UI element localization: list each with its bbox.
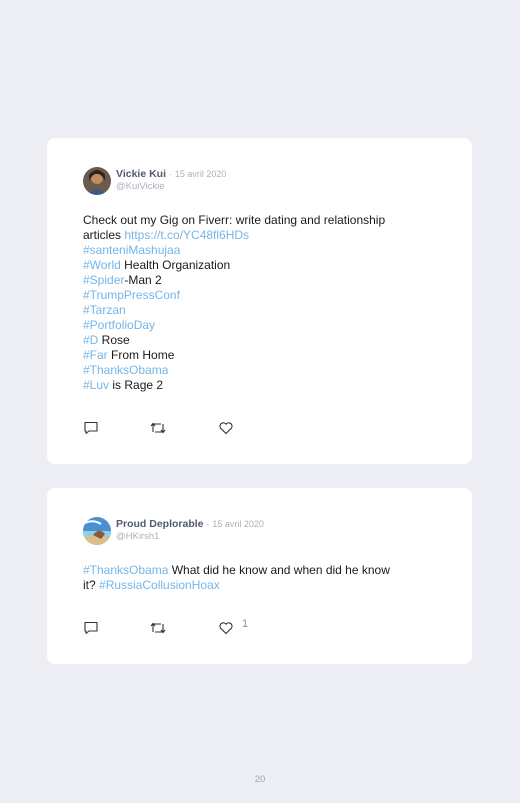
hashtag-suffix: Rose [98,333,130,347]
tweet-text: #ThanksObama What did he know and when d… [83,563,433,593]
tweet-text: Check out my Gig on Fiverr: write dating… [83,213,433,393]
hashtag[interactable]: #TrumpPressConf [83,288,180,302]
like-button[interactable] [218,420,234,436]
hashtag-suffix: -Man 2 [124,273,162,287]
tweet-line-text: articles [83,228,125,242]
tweet-card: Proud Deplorable · 15 avril 2020 @HKirsh… [47,488,472,664]
hashtag-suffix: is Rage 2 [109,378,164,392]
author-handle[interactable]: @KuiVickie [116,181,165,193]
tweet-date[interactable]: 15 avril 2020 [212,519,264,529]
page-number: 20 [254,774,266,785]
comment-bubble-icon [84,421,98,435]
hashtag-line: #santeniMashujaa [83,243,433,258]
like-button[interactable] [218,620,234,636]
tweet-line-text: it? [83,578,100,592]
separator: · [206,519,210,529]
heart-outline-icon [219,422,233,435]
hashtag-line: #World Health Organization [83,258,433,273]
tweet-line: #ThanksObama What did he know and when d… [83,563,433,578]
author-line: Vickie Kui · 15 avril 2020 [116,168,226,180]
hashtag-suffix: From Home [107,348,175,362]
hashtag-line: #Far From Home [83,348,433,363]
hashtag[interactable]: #PortfolioDay [83,318,155,332]
tweet-card: Vickie Kui · 15 avril 2020 @KuiVickie Ch… [47,138,472,464]
hashtag-line: #TrumpPressConf [83,288,433,303]
hashtag[interactable]: #Far [83,348,108,362]
tweet-date[interactable]: 15 avril 2020 [175,169,227,179]
author-name[interactable]: Proud Deplorable [116,518,204,530]
hashtag[interactable]: #World [83,258,121,272]
hashtag-line: #Luv is Rage 2 [83,378,433,393]
hashtag-line: #PortfolioDay [83,318,433,333]
hashtag-suffix: Health Organization [120,258,231,272]
retweet-button[interactable] [149,620,167,636]
avatar[interactable] [83,167,111,195]
hashtag-line: #Tarzan [83,303,433,318]
retweet-arrows-icon [150,422,166,434]
hashtag[interactable]: #Luv [83,378,109,392]
reply-button[interactable] [83,420,99,436]
hashtag[interactable]: #santeniMashujaa [83,243,180,257]
reply-button[interactable] [83,620,99,636]
hashtag[interactable]: #ThanksObama [83,563,168,577]
avatar[interactable] [83,517,111,545]
retweet-arrows-icon [150,622,166,634]
author-handle[interactable]: @HKirsh1 [116,531,159,543]
hashtag-line: #ThanksObama [83,363,433,378]
tweet-line: Check out my Gig on Fiverr: write dating… [83,213,386,227]
retweet-button[interactable] [149,420,167,436]
separator: · [168,169,172,179]
hashtag[interactable]: #D [83,333,98,347]
like-count: 1 [242,618,249,630]
hashtag-line: #Spider-Man 2 [83,273,433,288]
hashtag[interactable]: #Tarzan [83,303,126,317]
hashtag[interactable]: #ThanksObama [83,363,168,377]
author-line: Proud Deplorable · 15 avril 2020 [116,518,264,530]
tweet-line-text: What did he know and when did he know [168,563,390,577]
hashtag[interactable]: #RussiaCollusionHoax [99,578,220,592]
hashtag[interactable]: #Spider [83,273,124,287]
tweet-line: articles https://t.co/YC48fl6HDs [83,228,433,243]
comment-bubble-icon [84,621,98,635]
author-name[interactable]: Vickie Kui [116,168,166,180]
heart-outline-icon [219,622,233,635]
tweet-link[interactable]: https://t.co/YC48fl6HDs [124,228,249,242]
tweet-line: it? #RussiaCollusionHoax [83,578,433,593]
hashtag-line: #D Rose [83,333,433,348]
